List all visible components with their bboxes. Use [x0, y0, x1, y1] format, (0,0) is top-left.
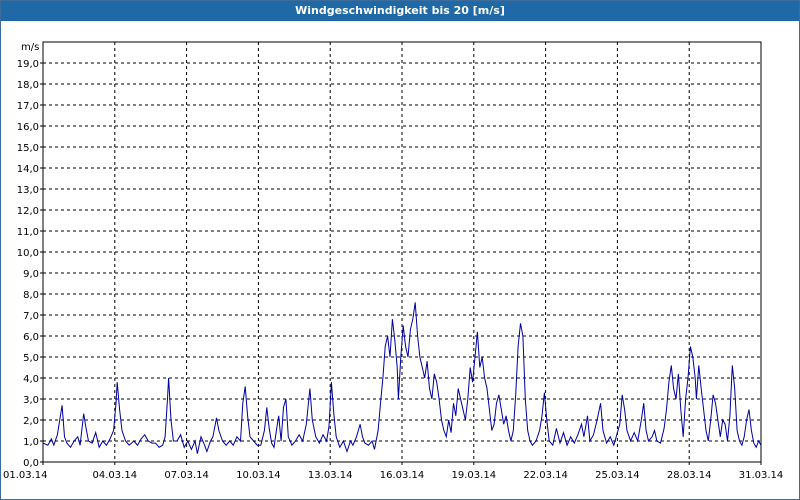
- y-tick-label: 15,0: [17, 143, 39, 154]
- chart-window: Windgeschwindigkeit bis 20 [m/s] 0,0 1,0 2…: [0, 0, 800, 500]
- y-axis-unit-label: m/s: [21, 42, 39, 53]
- x-tick-label: 10.03.14: [236, 470, 281, 481]
- x-tick-label: 25.03.14: [595, 470, 640, 481]
- x-tick-label: 22.03.14: [523, 470, 568, 481]
- wind-speed-chart: 0,0 1,0 2,0 3,0 4,0 5,0 6,0 7,0 8,0 9,0 10,0 11,0 12…: [3, 41, 783, 481]
- x-tick-label: 28.03.14: [667, 470, 712, 481]
- y-axis-ticks: 0,0 1,0 2,0 3,0 4,0 5,0 6,0 7,0 8,0 9,0 10,0 11,0 12…: [17, 59, 43, 469]
- y-tick-label: 0,0: [23, 458, 39, 469]
- y-tick-label: 14,0: [17, 164, 39, 175]
- y-tick-label: 9,0: [23, 269, 39, 280]
- y-tick-label: 1,0: [23, 437, 39, 448]
- y-tick-label: 13,0: [17, 185, 39, 196]
- y-tick-label: 2,0: [23, 416, 39, 427]
- y-tick-label: 3,0: [23, 395, 39, 406]
- y-tick-label: 5,0: [23, 353, 39, 364]
- x-tick-label: 01.03.14: [3, 470, 48, 481]
- y-tick-label: 7,0: [23, 311, 39, 322]
- grid: [43, 42, 762, 462]
- x-tick-label: 13.03.14: [308, 470, 353, 481]
- y-tick-label: 18,0: [17, 80, 39, 91]
- x-tick-label: 07.03.14: [164, 470, 209, 481]
- y-tick-label: 10,0: [17, 248, 39, 259]
- y-tick-label: 19,0: [17, 59, 39, 70]
- y-tick-label: 11,0: [17, 227, 39, 238]
- y-tick-label: 6,0: [23, 332, 39, 343]
- y-tick-label: 4,0: [23, 374, 39, 385]
- y-tick-label: 17,0: [17, 101, 39, 112]
- x-tick-label: 04.03.14: [93, 470, 138, 481]
- x-tick-label: 16.03.14: [380, 470, 425, 481]
- x-tick-label: 19.03.14: [452, 470, 497, 481]
- y-tick-label: 16,0: [17, 122, 39, 133]
- x-axis-ticks: 01.03.14 04.03.14 07.03.14 10.03.14 13.03.14…: [3, 462, 783, 481]
- y-tick-label: 8,0: [23, 290, 39, 301]
- window-title: Windgeschwindigkeit bis 20 [m/s]: [1, 1, 799, 21]
- y-tick-label: 12,0: [17, 206, 39, 217]
- x-tick-label: 31.03.14: [739, 470, 784, 481]
